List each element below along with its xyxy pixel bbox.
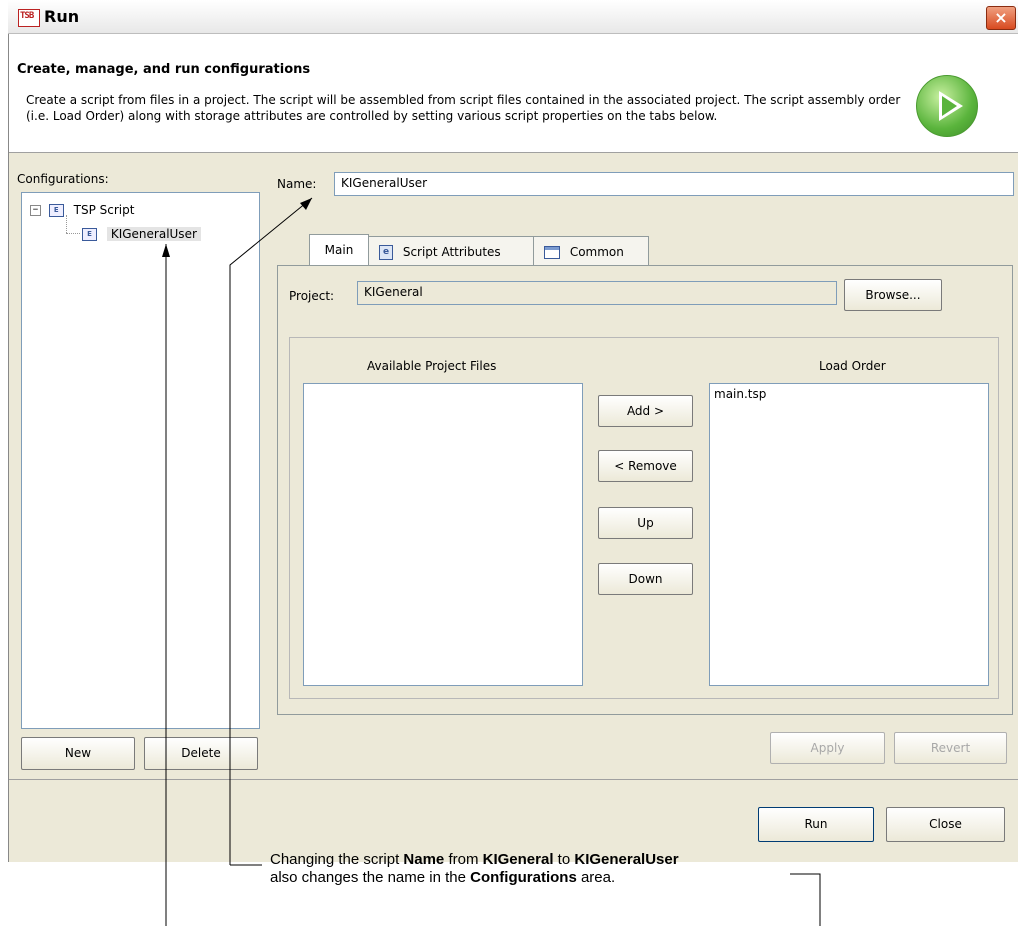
annotation-text-part: area. <box>576 869 616 886</box>
callout-lines <box>162 197 821 926</box>
annotation-text-part: to <box>553 851 575 868</box>
annotation-bold: Name <box>403 851 445 868</box>
annotation-bold: Configurations <box>470 869 577 886</box>
annotation-text-part: also changes the name in the <box>270 869 471 886</box>
annotation-bold: KIGeneral <box>482 851 554 868</box>
annotation-text-part: from <box>444 851 483 868</box>
annotation-text-part: Changing the script <box>270 851 404 868</box>
annotation-line-2: also changes the name in the Configurati… <box>270 869 679 887</box>
annotation-line-1: Changing the script Name from KIGeneral … <box>270 851 679 869</box>
annotation-bold: KIGeneralUser <box>574 851 679 868</box>
annotation-text: Changing the script Name from KIGeneral … <box>270 851 679 887</box>
